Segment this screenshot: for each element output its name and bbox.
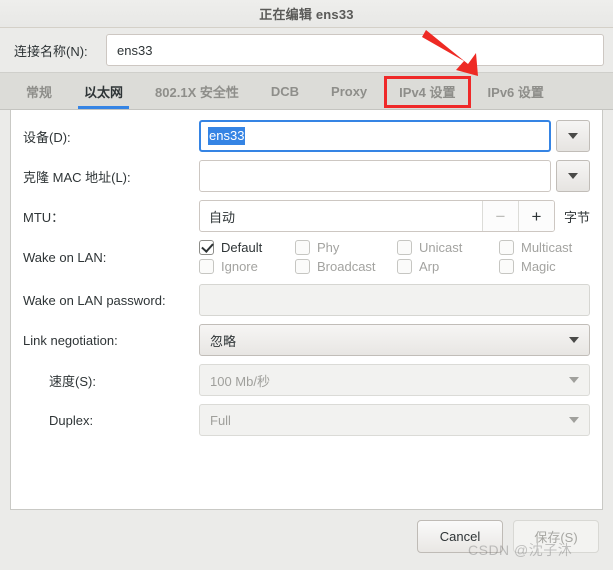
wol-checkbox-multicast[interactable]: Multicast bbox=[499, 240, 590, 255]
connection-name-input[interactable]: ens33 bbox=[106, 34, 604, 66]
device-value: ens33 bbox=[208, 127, 246, 145]
wake-on-lan-row: Wake on LAN: Default Phy Unicast Multica… bbox=[23, 240, 590, 274]
chevron-down-icon bbox=[569, 337, 579, 343]
wol-checkbox-magic[interactable]: Magic bbox=[499, 259, 590, 274]
tab-ethernet-label: 以太网 bbox=[84, 84, 124, 100]
duplex-value: Full bbox=[210, 412, 231, 428]
duplex-row: Duplex: Full bbox=[23, 404, 590, 436]
cancel-button-label: Cancel bbox=[439, 528, 481, 544]
wol-checkbox-phy-label: Phy bbox=[317, 240, 340, 255]
mtu-label: MTU： bbox=[23, 209, 65, 225]
save-button-label: 保存(S) bbox=[534, 529, 578, 545]
device-label: 设备(D): bbox=[23, 129, 71, 145]
wol-password-label: Wake on LAN password: bbox=[23, 292, 166, 308]
wol-checkbox-ignore-label: Ignore bbox=[221, 259, 258, 274]
link-negotiation-label: Link negotiation: bbox=[23, 332, 118, 348]
tab-ipv6-settings[interactable]: IPv6 设置 bbox=[472, 73, 560, 109]
wol-checkbox-multicast-label: Multicast bbox=[521, 240, 573, 255]
cloned-mac-input[interactable] bbox=[199, 160, 551, 192]
checkbox-icon bbox=[295, 259, 310, 274]
chevron-down-icon bbox=[568, 173, 578, 179]
cloned-mac-label: 克隆 MAC 地址(L): bbox=[23, 169, 131, 185]
connection-name-label: 连接名称(N): bbox=[14, 43, 88, 59]
save-button[interactable]: 保存(S) bbox=[513, 519, 599, 553]
tab-ipv4-settings-label: IPv4 设置 bbox=[399, 84, 456, 100]
checkbox-icon bbox=[199, 240, 214, 255]
wol-checkbox-broadcast[interactable]: Broadcast bbox=[295, 259, 397, 274]
tab-bar: 常规 以太网 802.1X 安全性 DCB Proxy IPv4 设置 IPv6… bbox=[0, 72, 613, 110]
speed-select[interactable]: 100 Mb/秒 bbox=[199, 364, 590, 396]
tab-general[interactable]: 常规 bbox=[10, 73, 68, 109]
link-negotiation-row: Link negotiation: 忽略 bbox=[23, 324, 590, 356]
cancel-button[interactable]: Cancel bbox=[417, 519, 503, 553]
checkbox-icon bbox=[499, 259, 514, 274]
mtu-unit-label: 字节 bbox=[563, 209, 590, 225]
tab-dcb[interactable]: DCB bbox=[255, 73, 315, 109]
device-dropdown-button[interactable] bbox=[556, 120, 590, 152]
window-titlebar: 正在编辑 ens33 bbox=[0, 0, 613, 28]
wol-checkbox-magic-label: Magic bbox=[521, 259, 556, 274]
wol-checkbox-ignore[interactable]: Ignore bbox=[199, 259, 295, 274]
cloned-mac-row: 克隆 MAC 地址(L): bbox=[23, 160, 590, 192]
cloned-mac-dropdown-button[interactable] bbox=[556, 160, 590, 192]
tab-general-label: 常规 bbox=[26, 84, 53, 100]
duplex-select[interactable]: Full bbox=[199, 404, 590, 436]
checkbox-icon bbox=[295, 240, 310, 255]
ethernet-settings-panel: 设备(D): ens33 克隆 MAC 地址(L): MTU： 自动 − + 字… bbox=[10, 110, 603, 510]
wol-checkbox-default[interactable]: Default bbox=[199, 240, 295, 255]
speed-value: 100 Mb/秒 bbox=[210, 373, 270, 389]
tab-proxy-label: Proxy bbox=[331, 83, 368, 99]
link-negotiation-value: 忽略 bbox=[210, 333, 237, 349]
tab-8021x-security[interactable]: 802.1X 安全性 bbox=[139, 73, 255, 109]
wake-on-lan-label: Wake on LAN: bbox=[23, 249, 107, 265]
wol-checkbox-broadcast-label: Broadcast bbox=[317, 259, 376, 274]
window-title: 正在编辑 ens33 bbox=[259, 7, 354, 22]
checkbox-icon bbox=[499, 240, 514, 255]
wol-checkbox-arp[interactable]: Arp bbox=[397, 259, 499, 274]
wol-checkbox-arp-label: Arp bbox=[419, 259, 440, 274]
device-input[interactable]: ens33 bbox=[199, 120, 551, 152]
checkbox-icon bbox=[397, 240, 412, 255]
speed-row: 速度(S): 100 Mb/秒 bbox=[23, 364, 590, 396]
wol-password-row: Wake on LAN password: bbox=[23, 284, 590, 316]
tab-ipv4-settings[interactable]: IPv4 设置 bbox=[383, 73, 471, 109]
wol-password-input[interactable] bbox=[199, 284, 590, 316]
connection-name-row: 连接名称(N): ens33 bbox=[0, 28, 613, 72]
chevron-down-icon bbox=[568, 133, 578, 139]
mtu-spinner[interactable]: 自动 − + bbox=[199, 200, 555, 232]
mtu-increment-button[interactable]: + bbox=[517, 201, 554, 231]
wol-checkbox-phy[interactable]: Phy bbox=[295, 240, 397, 255]
duplex-label: Duplex: bbox=[49, 412, 94, 428]
connection-name-value: ens33 bbox=[117, 42, 153, 58]
checkbox-icon bbox=[199, 259, 214, 274]
wol-checkbox-unicast-label: Unicast bbox=[419, 240, 463, 255]
wake-on-lan-options: Default Phy Unicast Multicast Ignore Bro… bbox=[199, 240, 590, 274]
tab-ipv6-settings-label: IPv6 设置 bbox=[487, 84, 544, 100]
wol-checkbox-default-label: Default bbox=[221, 240, 263, 255]
tab-8021x-security-label: 802.1X 安全性 bbox=[155, 84, 239, 100]
wol-checkbox-unicast[interactable]: Unicast bbox=[397, 240, 499, 255]
device-row: 设备(D): ens33 bbox=[23, 120, 590, 152]
tab-ethernet[interactable]: 以太网 bbox=[68, 73, 139, 109]
tab-dcb-label: DCB bbox=[270, 83, 300, 99]
tab-proxy[interactable]: Proxy bbox=[315, 73, 383, 109]
chevron-down-icon bbox=[569, 377, 579, 383]
link-negotiation-select[interactable]: 忽略 bbox=[199, 324, 590, 356]
mtu-value: 自动 bbox=[209, 209, 236, 225]
mtu-row: MTU： 自动 − + 字节 bbox=[23, 200, 590, 232]
checkbox-icon bbox=[397, 259, 412, 274]
speed-label: 速度(S): bbox=[49, 373, 96, 389]
dialog-footer: Cancel 保存(S) bbox=[0, 512, 613, 570]
chevron-down-icon bbox=[569, 417, 579, 423]
mtu-decrement-button[interactable]: − bbox=[481, 201, 518, 231]
